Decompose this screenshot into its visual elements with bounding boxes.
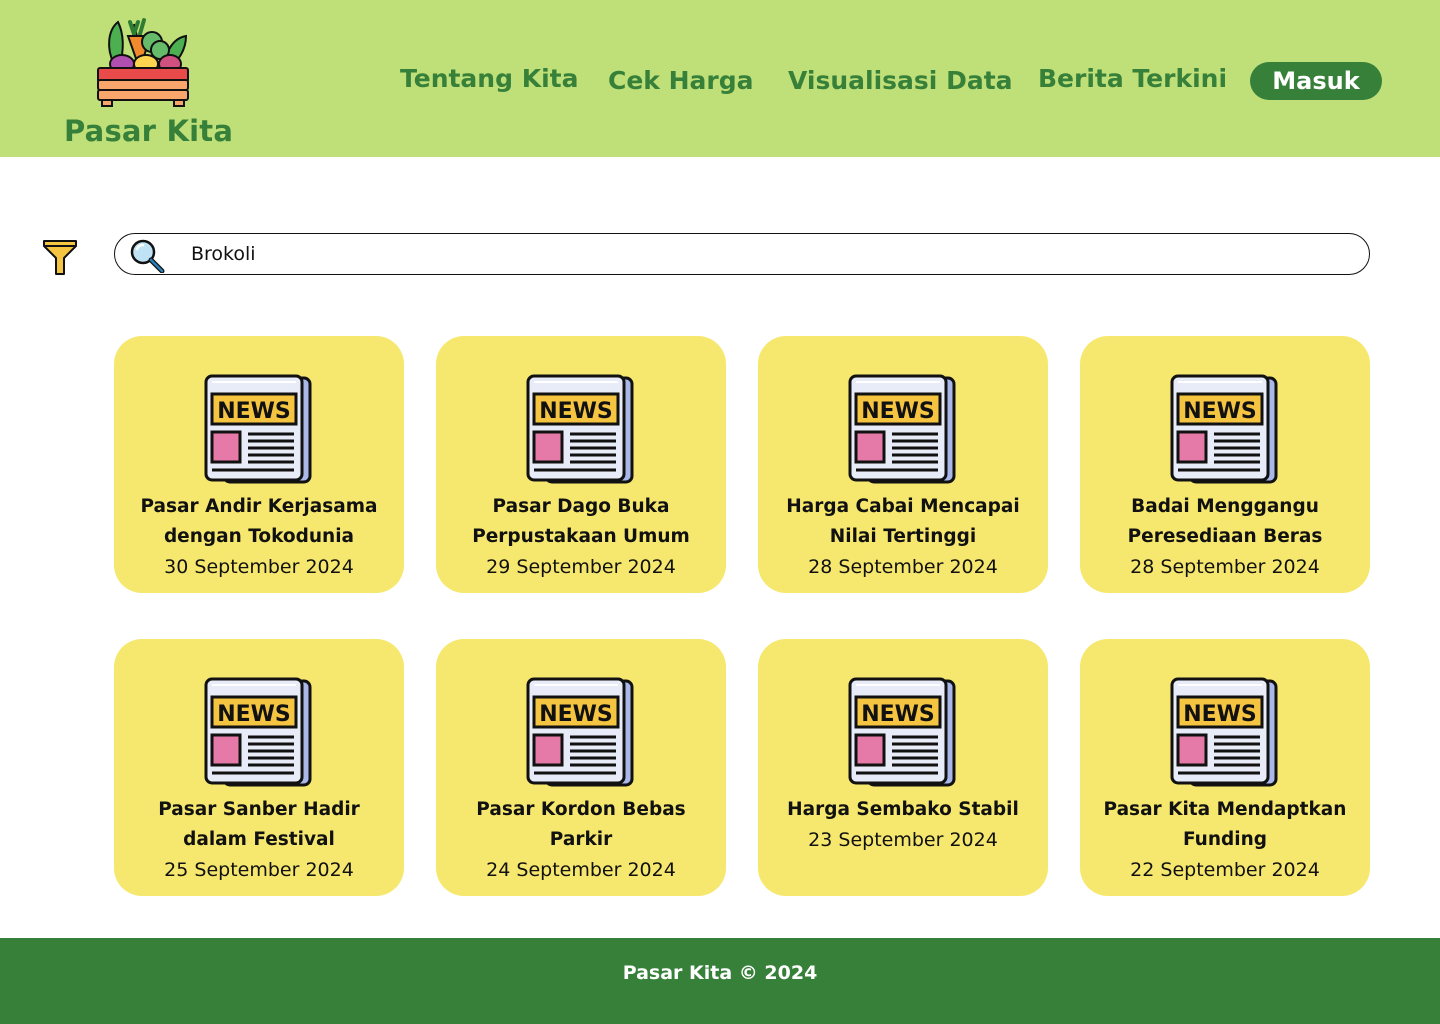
header: Pasar Kita Tentang Kita Cek Harga Visual… [0, 0, 1440, 157]
news-card-text: Pasar Sanber Hadir dalam Festival 25 Sept… [128, 795, 390, 885]
newspaper-icon-label: NEWS [217, 702, 291, 727]
newspaper-icon-label: NEWS [1183, 702, 1257, 727]
news-card[interactable]: NEWS Pasar Sanber Hadir dalam Festival 25… [114, 639, 404, 896]
news-card-text: Harga Sembako Stabil 23 September 2024 [772, 795, 1034, 855]
nav-visualisasi-data[interactable]: Visualisasi Data [788, 66, 1013, 95]
brand-name[interactable]: Pasar Kita [64, 114, 233, 148]
news-card-date: 28 September 2024 [808, 556, 998, 578]
news-card[interactable]: NEWS Badai Menggangu Peresediaan Beras 28… [1080, 336, 1370, 593]
newspaper-icon-label: NEWS [217, 399, 291, 424]
newspaper-icon: NEWS [1168, 677, 1280, 787]
search-input[interactable] [191, 241, 1341, 267]
news-card-title[interactable]: Badai Menggangu Peresediaan Beras [1094, 492, 1356, 552]
newspaper-icon: NEWS [202, 374, 314, 484]
newspaper-icon-label: NEWS [539, 399, 613, 424]
newspaper-icon: NEWS [524, 374, 636, 484]
newspaper-icon-label: NEWS [539, 702, 613, 727]
news-card[interactable]: NEWS Pasar Dago Buka Perpustakaan Umum 29… [436, 336, 726, 593]
news-card-text: Pasar Andir Kerjasama dengan Tokodunia 30… [128, 492, 390, 582]
news-card-title[interactable]: Pasar Dago Buka Perpustakaan Umum [450, 492, 712, 552]
news-card-title[interactable]: Harga Sembako Stabil [772, 795, 1034, 825]
news-card-title[interactable]: Pasar Andir Kerjasama dengan Tokodunia [128, 492, 390, 552]
footer: Pasar Kita © 2024 [0, 938, 1440, 1024]
newspaper-icon-label: NEWS [861, 399, 935, 424]
news-card[interactable]: NEWS Harga Sembako Stabil 23 September 20… [758, 639, 1048, 896]
news-card[interactable]: NEWS Pasar Andir Kerjasama dengan Tokodu… [114, 336, 404, 593]
newspaper-icon-label: NEWS [1183, 399, 1257, 424]
newspaper-icon-label: NEWS [861, 702, 935, 727]
nav-tentang-kita[interactable]: Tentang Kita [400, 64, 578, 93]
news-card[interactable]: NEWS Pasar Kita Mendaptkan Funding 22 Sep… [1080, 639, 1370, 896]
newspaper-icon: NEWS [846, 677, 958, 787]
news-card-text: Harga Cabai Mencapai Nilai Tertinggi 28 S… [772, 492, 1034, 582]
newspaper-icon: NEWS [202, 677, 314, 787]
news-card-date: 28 September 2024 [1130, 556, 1320, 578]
news-card-date: 25 September 2024 [164, 859, 354, 881]
news-card-title[interactable]: Harga Cabai Mencapai Nilai Tertinggi [772, 492, 1034, 552]
newspaper-icon: NEWS [1168, 374, 1280, 484]
news-card-text: Badai Menggangu Peresediaan Beras 28 Sept… [1094, 492, 1356, 582]
news-card-text: Pasar Dago Buka Perpustakaan Umum 29 Sept… [450, 492, 712, 582]
nav-cek-harga[interactable]: Cek Harga [608, 66, 754, 95]
news-card-text: Pasar Kordon Bebas Parkir 24 September 20… [450, 795, 712, 885]
nav-berita-terkini[interactable]: Berita Terkini [1038, 64, 1227, 93]
news-card-date: 30 September 2024 [164, 556, 354, 578]
funnel-icon[interactable] [42, 238, 78, 278]
news-card-title[interactable]: Pasar Kordon Bebas Parkir [450, 795, 712, 855]
news-card-date: 29 September 2024 [486, 556, 676, 578]
news-card-title[interactable]: Pasar Sanber Hadir dalam Festival [128, 795, 390, 855]
news-card[interactable]: NEWS Harga Cabai Mencapai Nilai Tertingg… [758, 336, 1048, 593]
news-card-title[interactable]: Pasar Kita Mendaptkan Funding [1094, 795, 1356, 855]
newspaper-icon: NEWS [524, 677, 636, 787]
news-card[interactable]: NEWS Pasar Kordon Bebas Parkir 24 Septemb… [436, 639, 726, 896]
news-card-date: 24 September 2024 [486, 859, 676, 881]
newspaper-icon: NEWS [846, 374, 958, 484]
news-card-text: Pasar Kita Mendaptkan Funding 22 Septembe… [1094, 795, 1356, 885]
footer-copyright: Pasar Kita © 2024 [622, 962, 818, 984]
magnifier-icon[interactable] [129, 239, 165, 273]
news-card-date: 23 September 2024 [808, 829, 998, 851]
vegetable-crate-icon[interactable] [94, 16, 192, 108]
news-card-date: 22 September 2024 [1130, 859, 1320, 881]
login-button[interactable]: Masuk [1250, 62, 1382, 100]
search-bar[interactable] [114, 233, 1370, 275]
